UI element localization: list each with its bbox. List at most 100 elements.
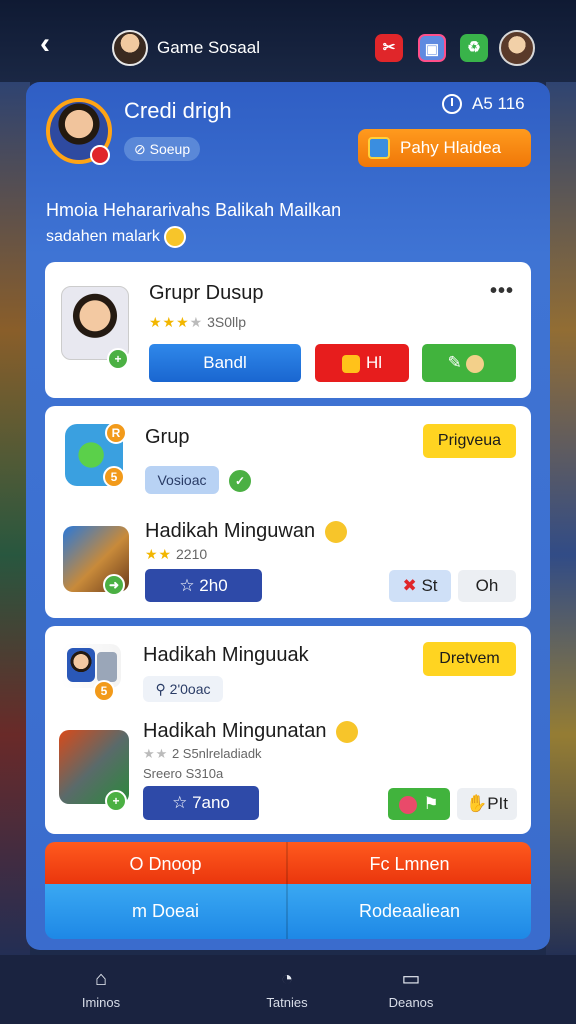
item-chip-label: 2'0oac: [169, 681, 211, 697]
share-button[interactable]: ✖ St: [389, 570, 451, 602]
item-sub-text: 2210: [176, 546, 208, 562]
headline: Hmoia Hehararivahs Balikah Mailkan: [46, 200, 342, 220]
flower-icon: [399, 795, 418, 814]
item-title-text: Hadikah Mingunatan: [143, 720, 327, 742]
profile-score: A5 116: [472, 94, 525, 113]
background-art-right: [546, 60, 576, 960]
gift-button[interactable]: ⚑: [388, 788, 450, 820]
bottom-nav: ⌂ Iminos ◔ Tatnies ▭ Deanos: [0, 955, 576, 1024]
stars-icon: ★★: [145, 546, 173, 562]
level-badge-icon: R: [105, 422, 127, 444]
item-title-text: Hadikah Minguwan: [145, 520, 316, 542]
thumbs-up-icon: ✋: [466, 794, 488, 813]
user-avatar[interactable]: [499, 30, 535, 66]
item-sub: Sreero S310a: [143, 766, 224, 781]
star-icon: ☆: [172, 793, 193, 812]
coin-icon: [163, 226, 186, 248]
item-title: Hadikah Minguuak: [143, 644, 309, 666]
person-icon: [67, 648, 95, 682]
reward-list-card: 5 Hadikah Minguuak ⚲ 2'0oac Dretvem + Ha…: [45, 626, 531, 834]
emoji-icon: [324, 520, 347, 543]
more-icon[interactable]: •••: [490, 280, 514, 303]
nav-label: Deanos: [388, 995, 434, 1010]
emoji-icon: [336, 720, 359, 743]
group-action-button[interactable]: O Dnoop: [45, 842, 288, 886]
nav-label: Tatnies: [266, 995, 308, 1010]
nav-label: Iminos: [81, 995, 121, 1010]
stars-icon: ★★★★: [149, 314, 204, 330]
profile-tag-label: Soeup: [149, 141, 191, 157]
tools-icon[interactable]: ✂: [375, 34, 403, 62]
item-button[interactable]: ☆ 7ano: [143, 786, 259, 820]
item-title: Hadikah Minguwan: [145, 520, 347, 543]
thumb-button-label: PIt: [487, 794, 508, 813]
flag-icon: ⚑: [423, 794, 439, 813]
play-button[interactable]: Pahy Hlaidea: [358, 129, 531, 167]
count-badge-icon: 5: [93, 680, 115, 702]
badge-icon: +: [107, 348, 129, 370]
people-icon[interactable]: [61, 644, 121, 688]
timer-icon: ◔: [280, 968, 294, 990]
gallery-icon[interactable]: ▣: [418, 34, 446, 62]
device-icon: [97, 652, 117, 682]
checkmark-icon: ✓: [227, 468, 253, 494]
top-bar: ‹ Game Sosaal ✂ ▣ ♻: [0, 0, 576, 82]
subline: sadahen malark: [46, 226, 186, 248]
item-action-button[interactable]: Dretvem: [423, 642, 516, 676]
action-bar-top: O Dnoop Fc Lmnen: [45, 842, 531, 886]
profile-tag[interactable]: ⊘ Soeup: [124, 137, 201, 161]
thumb-button[interactable]: ✋PIt: [457, 788, 517, 820]
search-icon: ⚲: [155, 681, 170, 697]
group-icon: ⊘: [134, 141, 150, 157]
secondary-button[interactable]: Oh: [458, 570, 516, 602]
realization-action-button[interactable]: Rodeaaliean: [288, 884, 531, 939]
group-action-button[interactable]: Bandl: [149, 344, 301, 382]
deal-action-button[interactable]: m Doeai: [45, 884, 288, 939]
star-icon: ☆: [179, 576, 200, 595]
badge-icon: +: [105, 790, 127, 812]
lemon-action-button[interactable]: Fc Lmnen: [288, 842, 531, 886]
profile-name: Credi drigh: [124, 98, 232, 123]
video-button-label: Hl: [365, 353, 383, 372]
share-button-label: St: [421, 576, 438, 595]
item-button-label: 7ano: [192, 793, 230, 812]
screen-icon: ▭: [401, 968, 421, 990]
rating: ★★ 2 S5nlreladiadk: [143, 746, 262, 762]
pet-button[interactable]: ✎: [422, 344, 516, 382]
item-sub: ★★ 2210: [145, 546, 207, 563]
item-title: Hadikah Mingunatan: [143, 720, 359, 743]
cross-icon: ✖: [402, 576, 422, 595]
item-action-button[interactable]: Prigveua: [423, 424, 516, 458]
pet-icon: [466, 354, 485, 373]
nav-item-timer[interactable]: ◔ Tatnies: [232, 955, 342, 1024]
profile-badge-icon: [90, 145, 110, 165]
count-badge-icon: 5: [103, 466, 125, 488]
nav-item-home[interactable]: ⌂ Iminos: [46, 955, 156, 1024]
action-bar-bottom: m Doeai Rodeaaliean: [45, 884, 531, 939]
badge-icon: ➜: [103, 574, 125, 596]
item-button-label: 2h0: [199, 576, 228, 595]
rating-text: 3S0llp: [207, 314, 247, 330]
play-button-label: Pahy Hlaidea: [400, 138, 502, 157]
share-icon[interactable]: ♻: [460, 34, 488, 62]
video-button[interactable]: Hl: [315, 344, 409, 382]
clock-icon: [442, 94, 462, 114]
item-chip[interactable]: Vosioac: [145, 466, 219, 494]
rating-text: 2 S5nlreladiadk: [171, 746, 262, 761]
item-title: Grup: [145, 426, 190, 448]
game-list-card: R 5 Grup Vosioac ✓ Prigveua ➜ Hadikah Mi…: [45, 406, 531, 618]
avatar[interactable]: [112, 30, 148, 66]
card-title: Grupr Dusup: [149, 282, 264, 304]
group-card: + Grupr Dusup ★★★★ 3S0llp ••• Bandl Hl ✎: [45, 262, 531, 398]
stars-icon: ★★: [143, 746, 169, 761]
home-icon: ⌂: [94, 968, 108, 990]
feather-icon: ✎: [447, 353, 467, 372]
back-arrow-icon[interactable]: ‹: [40, 29, 68, 59]
item-button[interactable]: ☆ 2h0: [145, 569, 262, 602]
gift-icon: [368, 137, 390, 159]
item-chip[interactable]: ⚲ 2'0oac: [143, 676, 223, 702]
page-title: Game Sosaal: [157, 38, 260, 57]
nav-item-screens[interactable]: ▭ Deanos: [356, 955, 466, 1024]
rating: ★★★★ 3S0llp: [149, 314, 246, 331]
ticket-icon: [341, 354, 360, 373]
